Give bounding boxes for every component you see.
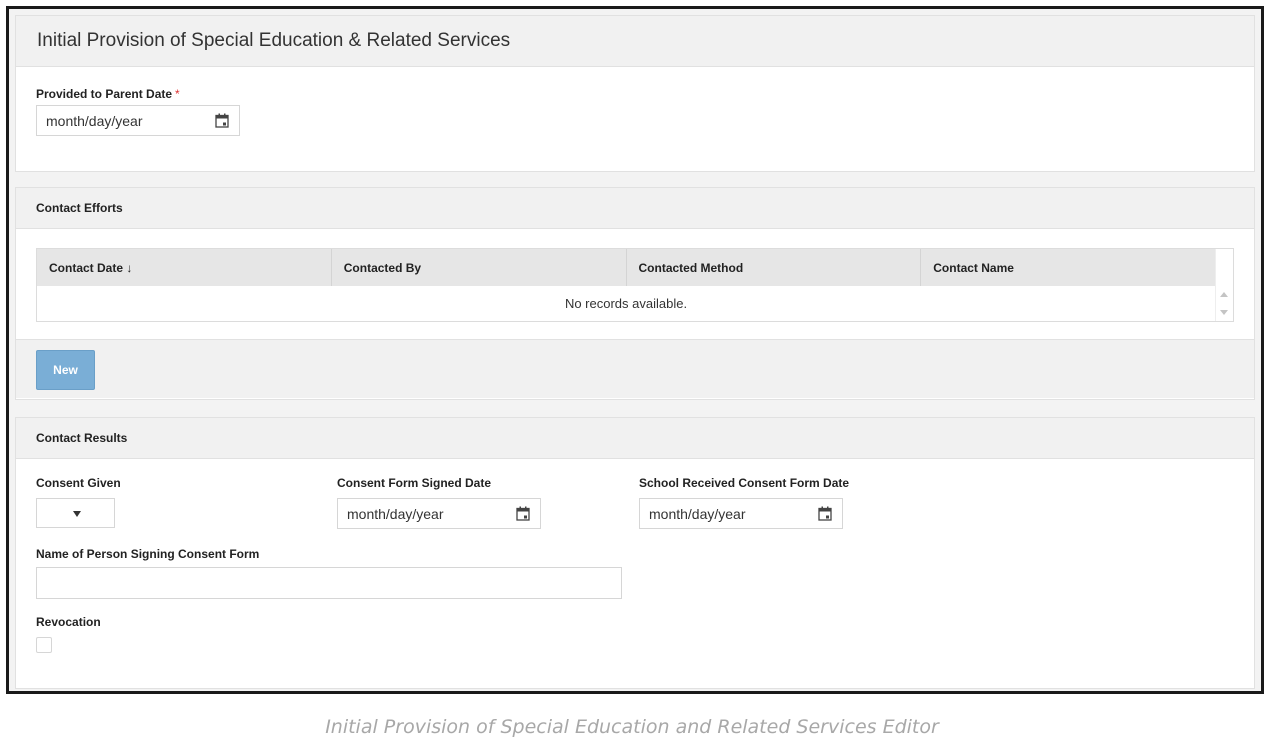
provided-date-label: Provided to Parent Date *: [36, 87, 180, 101]
column-contacted-method[interactable]: Contacted Method: [627, 249, 922, 286]
school-received-date-placeholder: month/day/year: [649, 505, 746, 522]
contact-results-header: Contact Results: [16, 418, 1254, 459]
new-button[interactable]: New: [36, 350, 95, 390]
column-contact-name[interactable]: Contact Name: [921, 249, 1215, 286]
contact-efforts-header: Contact Efforts: [16, 188, 1254, 229]
calendar-icon[interactable]: [818, 506, 832, 521]
editor-frame: Initial Provision of Special Education &…: [6, 6, 1264, 694]
consent-signed-date-label: Consent Form Signed Date: [337, 476, 492, 490]
provided-date-field[interactable]: month/day/year: [36, 105, 240, 136]
figure-caption: Initial Provision of Special Education a…: [325, 716, 939, 738]
revocation-label: Revocation: [36, 615, 101, 629]
provided-date-placeholder: month/day/year: [46, 112, 143, 129]
grid-header-row: Contact Date ↓ Contacted By Contacted Me…: [37, 249, 1215, 286]
school-received-date-field[interactable]: month/day/year: [639, 498, 843, 529]
scroll-down-icon[interactable]: [1220, 310, 1228, 315]
name-signing-input[interactable]: [36, 567, 622, 599]
contact-efforts-card: Contact Efforts Contact Date ↓ Contacted…: [15, 187, 1255, 400]
calendar-icon[interactable]: [516, 506, 530, 521]
consent-signed-date-placeholder: month/day/year: [347, 505, 444, 522]
grid-empty-message: No records available.: [564, 296, 688, 311]
calendar-icon[interactable]: [215, 113, 229, 128]
grid-scrollbar[interactable]: [1215, 249, 1233, 321]
required-marker: *: [175, 87, 180, 101]
column-contact-date[interactable]: Contact Date ↓: [37, 249, 332, 286]
page-title: Initial Provision of Special Education &…: [37, 30, 511, 51]
column-contacted-by[interactable]: Contacted By: [332, 249, 627, 286]
revocation-checkbox[interactable]: [36, 637, 52, 653]
provision-card: Initial Provision of Special Education &…: [15, 15, 1255, 172]
contact-results-card: Contact Results Consent Given Consent Fo…: [15, 417, 1255, 689]
consent-given-label: Consent Given: [36, 476, 121, 490]
consent-given-select[interactable]: [36, 498, 115, 528]
contact-efforts-title: Contact Efforts: [36, 201, 123, 215]
name-signing-label: Name of Person Signing Consent Form: [36, 547, 260, 561]
scroll-up-icon[interactable]: [1220, 292, 1228, 297]
caret-down-icon: [73, 511, 81, 517]
page-header: Initial Provision of Special Education &…: [16, 16, 1254, 67]
consent-signed-date-field[interactable]: month/day/year: [337, 498, 541, 529]
grid-button-bar: New: [16, 339, 1254, 398]
contact-results-title: Contact Results: [36, 431, 128, 445]
contact-efforts-grid: Contact Date ↓ Contacted By Contacted Me…: [36, 248, 1234, 322]
school-received-date-label: School Received Consent Form Date: [639, 476, 850, 490]
